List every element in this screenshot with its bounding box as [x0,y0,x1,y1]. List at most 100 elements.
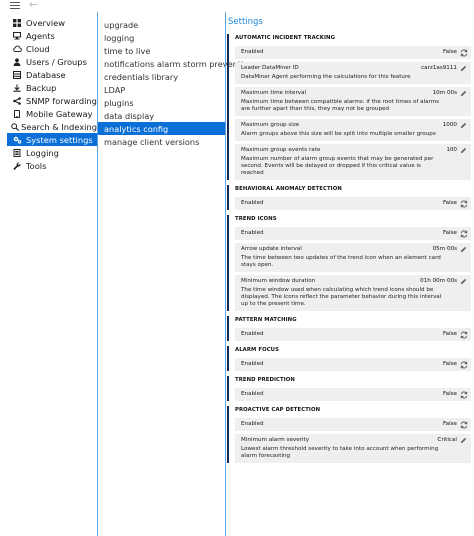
nav-item-database[interactable]: Database [7,68,97,81]
setting-name: Enabled [241,421,264,427]
nav-item-label: Search & Indexing [21,121,97,132]
edit-pencil-icon[interactable] [459,277,468,286]
toggle-refresh-icon[interactable] [459,229,468,238]
settings-section-automatic-incident-tracking: AUTOMATIC INCIDENT TRACKING Enabled False L… [227,34,474,180]
subnav-item-manage-client-versions[interactable]: manage client versions [98,135,225,148]
subnav-item-plugins[interactable]: plugins [98,96,225,109]
setting-name: Leader DataMiner ID [241,65,299,71]
setting-row: Enabled False [235,358,471,371]
nav-item-label: Cloud [26,43,50,54]
edit-pencil-icon[interactable] [459,89,468,98]
setting-value: 100 [446,147,457,153]
toggle-refresh-icon[interactable] [459,360,468,369]
setting-description: Maximum time between compatible alarms: … [241,99,440,112]
setting-row: Enabled False [235,46,471,59]
top-bar: ← [0,0,474,12]
section-title: ALARM FOCUS [235,347,279,353]
edit-pencil-icon[interactable] [459,121,468,130]
back-arrow-icon[interactable]: ← [29,0,38,11]
section-title: AUTOMATIC INCIDENT TRACKING [235,35,336,41]
settings-section-trend-icons: TREND ICONS Enabled False Arrow update inte… [227,215,474,311]
edit-pencil-icon[interactable] [459,245,468,254]
setting-name: Enabled [241,230,264,236]
section-title: PATTERN MATCHING [235,317,297,323]
settings-section-alarm-focus: ALARM FOCUS Enabled False [227,346,474,371]
setting-value: carz1as9111 [421,65,457,71]
nav-item-backup[interactable]: Backup [7,81,97,94]
agents-icon [10,31,24,40]
nav-item-system-settings[interactable]: System settings [7,133,97,146]
nav-item-agents[interactable]: Agents [7,29,97,42]
nav-item-cloud[interactable]: Cloud [7,42,97,55]
toggle-refresh-icon[interactable] [459,420,468,429]
edit-pencil-icon[interactable] [459,436,468,445]
setting-description: Lowest alarm threshold severity to take … [241,446,439,459]
nav-item-search-indexing[interactable]: Search & Indexing [7,120,97,133]
toggle-refresh-icon[interactable] [459,48,468,57]
setting-value: False [442,200,457,206]
settings-section-proactive-cap-detection: PROACTIVE CAP DETECTION Enabled False Minim… [227,406,474,463]
settings-section-behavioral-anomaly-detection: BEHAVIORAL ANOMALY DETECTION Enabled False [227,185,474,210]
nav-item-label: System settings [26,134,93,145]
settings-section-pattern-matching: PATTERN MATCHING Enabled False [227,316,474,341]
system-settings-subnav: upgrade logging time to live notifications … [98,18,253,148]
nav-item-label: Logging [26,147,59,158]
subnav-item-ldap[interactable]: LDAP [98,83,225,96]
setting-value: False [442,49,457,55]
setting-row: Enabled False [235,227,471,240]
subnav-item-analytics-config[interactable]: analytics config [98,122,225,135]
settings-sections: AUTOMATIC INCIDENT TRACKING Enabled False L… [227,34,474,463]
search-icon [10,122,19,131]
setting-row: Maximum time interval Maximum time betwee… [235,87,471,116]
edit-pencil-icon[interactable] [459,146,468,155]
toggle-refresh-icon[interactable] [459,199,468,208]
setting-name: Enabled [241,49,264,55]
nav-item-label: Users / Groups [26,56,87,67]
setting-value: 10m 00s [432,90,457,96]
setting-value: False [442,361,457,367]
nav-item-mobile-gateway[interactable]: Mobile Gateway [7,107,97,120]
subnav-item-notifications-alarm-storm-prevention[interactable]: notifications alarm storm prevention [98,57,253,70]
section-title: TREND ICONS [235,216,277,222]
nav-item-snmp-forwarding[interactable]: SNMP forwarding [7,94,97,107]
nav-item-users-groups[interactable]: Users / Groups [7,55,97,68]
logging-icon [10,148,24,157]
nav-item-overview[interactable]: Overview [7,16,97,29]
wrench-icon [10,162,24,170]
nav-item-tools[interactable]: Tools [7,159,97,172]
page-title: Settings [228,17,263,27]
toggle-refresh-icon[interactable] [459,330,468,339]
nav-item-label: Overview [26,17,66,28]
nav-item-logging[interactable]: Logging [7,146,97,159]
nav-item-label: Agents [26,30,55,41]
toggle-refresh-icon[interactable] [459,390,468,399]
setting-row: Arrow update interval The time between tw… [235,243,471,272]
cloud-icon [10,45,24,52]
subnav-item-logging[interactable]: logging [98,31,225,44]
setting-name: Enabled [241,391,264,397]
subnav-item-data-display[interactable]: data display [98,109,225,122]
setting-value: False [442,421,457,427]
mobile-icon [10,109,24,118]
setting-value: 05m 00s [432,246,457,252]
setting-row: Maximum group size Alarm groups above thi… [235,119,471,141]
setting-description: The time window used when calculating wh… [241,287,442,307]
section-title: TREND PREDICTION [235,377,295,383]
setting-description: Alarm groups above this size will be spl… [241,131,436,137]
setting-value: 01h 00m 00s [420,278,457,284]
section-title: PROACTIVE CAP DETECTION [235,407,321,413]
hamburger-menu-icon[interactable] [10,2,20,10]
setting-description: Maximum number of alarm group events tha… [241,156,434,176]
setting-name: Maximum group size [241,122,300,128]
setting-name: Maximum group events rate [241,147,321,153]
subnav-divider [225,12,226,536]
setting-description: DataMiner Agent performing the calculati… [241,74,411,80]
nav-item-label: Tools [26,160,47,171]
setting-row: Enabled False [235,388,471,401]
setting-row: Enabled False [235,197,471,210]
subnav-item-upgrade[interactable]: upgrade [98,18,225,31]
setting-row: Enabled False [235,328,471,341]
subnav-item-credentials-library[interactable]: credentials library [98,70,225,83]
edit-pencil-icon[interactable] [459,64,468,73]
subnav-item-time-to-live[interactable]: time to live [98,44,225,57]
